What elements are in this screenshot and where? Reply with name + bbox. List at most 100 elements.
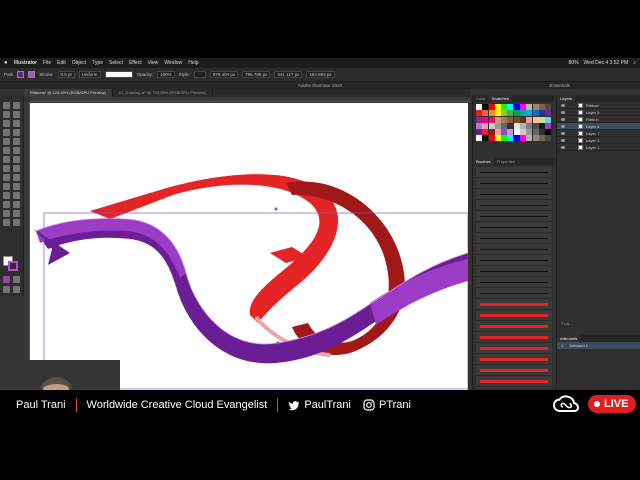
- swatch[interactable]: [526, 116, 533, 123]
- swatch[interactable]: [513, 129, 520, 136]
- shaper-tool-icon[interactable]: [3, 147, 10, 154]
- swatch[interactable]: [488, 110, 495, 117]
- menu-window[interactable]: Window: [164, 60, 182, 66]
- tab-properties[interactable]: Properties: [494, 158, 518, 165]
- graphic-style-dropdown[interactable]: [193, 71, 206, 78]
- width-tool-icon[interactable]: [3, 165, 10, 172]
- free-transform-tool-icon[interactable]: [13, 165, 20, 172]
- swatch[interactable]: [488, 129, 495, 136]
- swatch[interactable]: [513, 122, 520, 129]
- swatch[interactable]: [494, 122, 501, 129]
- swatch[interactable]: [545, 104, 552, 110]
- swatch[interactable]: [532, 104, 539, 110]
- draw-mode-icon[interactable]: [3, 286, 10, 293]
- opacity-field[interactable]: 100%: [157, 71, 175, 78]
- menu-effect[interactable]: Effect: [129, 60, 142, 66]
- swatch[interactable]: [532, 116, 539, 123]
- brush-item[interactable]: [476, 244, 552, 255]
- direct-selection-tool-icon[interactable]: [13, 102, 20, 109]
- swatch[interactable]: [476, 122, 482, 129]
- eye-icon[interactable]: [561, 124, 565, 128]
- rectangle-tool-icon[interactable]: [3, 138, 10, 145]
- layer-row[interactable]: Ribbon: [557, 102, 640, 109]
- type-tool-icon[interactable]: [3, 129, 10, 136]
- tab-swatches[interactable]: Swatches: [488, 95, 512, 102]
- brush-item[interactable]: [476, 321, 552, 332]
- paintbrush-tool-icon[interactable]: [13, 138, 20, 145]
- swatch[interactable]: [545, 135, 552, 142]
- brush-item[interactable]: [476, 266, 552, 277]
- menu-help[interactable]: Help: [188, 60, 198, 66]
- eyedropper-tool-icon[interactable]: [3, 192, 10, 199]
- width-field[interactable]: 441.117 px: [274, 71, 303, 78]
- fill-swatch[interactable]: [17, 71, 25, 78]
- stroke-color-icon[interactable]: [8, 261, 18, 271]
- swatch[interactable]: [526, 129, 533, 136]
- swatch[interactable]: [538, 135, 545, 142]
- menu-select[interactable]: Select: [109, 60, 123, 66]
- swatch[interactable]: [526, 110, 533, 117]
- magic-wand-tool-icon[interactable]: [3, 111, 10, 118]
- swatch[interactable]: [545, 122, 552, 129]
- purple-ribbon-front[interactable]: [370, 259, 468, 325]
- red-ribbon[interactable]: [90, 174, 339, 323]
- screen-mode-icon[interactable]: [13, 286, 20, 293]
- eye-icon[interactable]: [561, 117, 565, 121]
- swatch[interactable]: [520, 135, 527, 142]
- height-field[interactable]: 154.883 px: [306, 71, 335, 78]
- swatch[interactable]: [494, 110, 501, 117]
- color-mode-icon[interactable]: [3, 276, 10, 283]
- hand-tool-icon[interactable]: [3, 219, 10, 226]
- swatch[interactable]: [482, 104, 489, 110]
- swatch[interactable]: [538, 116, 545, 123]
- swatch[interactable]: [476, 104, 482, 110]
- menu-object[interactable]: Object: [72, 60, 86, 66]
- artboard-canvas[interactable]: [30, 103, 468, 390]
- eye-icon[interactable]: [561, 145, 565, 149]
- swatch[interactable]: [501, 135, 508, 142]
- swatch[interactable]: [532, 129, 539, 136]
- swatch[interactable]: [526, 122, 533, 129]
- swatch[interactable]: [545, 116, 552, 123]
- lasso-tool-icon[interactable]: [13, 111, 20, 118]
- gradient-mode-icon[interactable]: [13, 276, 20, 283]
- brush-item[interactable]: [476, 277, 552, 288]
- brush-item[interactable]: [476, 288, 552, 299]
- stroke-weight-field[interactable]: 0.5 pt: [57, 71, 75, 78]
- swatch[interactable]: [520, 104, 527, 110]
- slice-tool-icon[interactable]: [13, 210, 20, 217]
- brush-item[interactable]: [476, 189, 552, 200]
- mesh-tool-icon[interactable]: [3, 183, 10, 190]
- swatch[interactable]: [482, 110, 489, 117]
- y-field[interactable]: 796.789 px: [242, 71, 271, 78]
- swatch[interactable]: [526, 135, 533, 142]
- symbol-sprayer-tool-icon[interactable]: [3, 201, 10, 208]
- swatch[interactable]: [507, 104, 514, 110]
- scale-tool-icon[interactable]: [13, 156, 20, 163]
- swatch[interactable]: [494, 104, 501, 110]
- swatch[interactable]: [520, 110, 527, 117]
- swatch[interactable]: [545, 129, 552, 136]
- apple-icon[interactable]: ●: [4, 60, 9, 66]
- eye-icon[interactable]: [561, 103, 565, 107]
- brush-item[interactable]: [476, 200, 552, 211]
- brush-item[interactable]: [476, 255, 552, 266]
- menu-type[interactable]: Type: [92, 60, 103, 66]
- brush-definition-dropdown[interactable]: [104, 71, 133, 78]
- stroke-swatch[interactable]: [28, 71, 36, 78]
- swatch[interactable]: [501, 122, 508, 129]
- swatch[interactable]: [513, 110, 520, 117]
- layer-row[interactable]: Layer 4: [557, 123, 640, 130]
- line-tool-icon[interactable]: [13, 129, 20, 136]
- tab-brushes[interactable]: Brushes: [473, 158, 494, 165]
- swatch[interactable]: [538, 104, 545, 110]
- swatch[interactable]: [501, 110, 508, 117]
- menubar-clock[interactable]: Wed Dec 4 3:52 PM: [584, 60, 629, 66]
- swatch[interactable]: [482, 135, 489, 142]
- swatch[interactable]: [476, 110, 482, 117]
- menu-file[interactable]: File: [43, 60, 51, 66]
- layer-row[interactable]: Ribbon: [557, 116, 640, 123]
- layer-row[interactable]: Layer 7: [557, 130, 640, 137]
- eraser-tool-icon[interactable]: [13, 147, 20, 154]
- pen-tool-icon[interactable]: [3, 120, 10, 127]
